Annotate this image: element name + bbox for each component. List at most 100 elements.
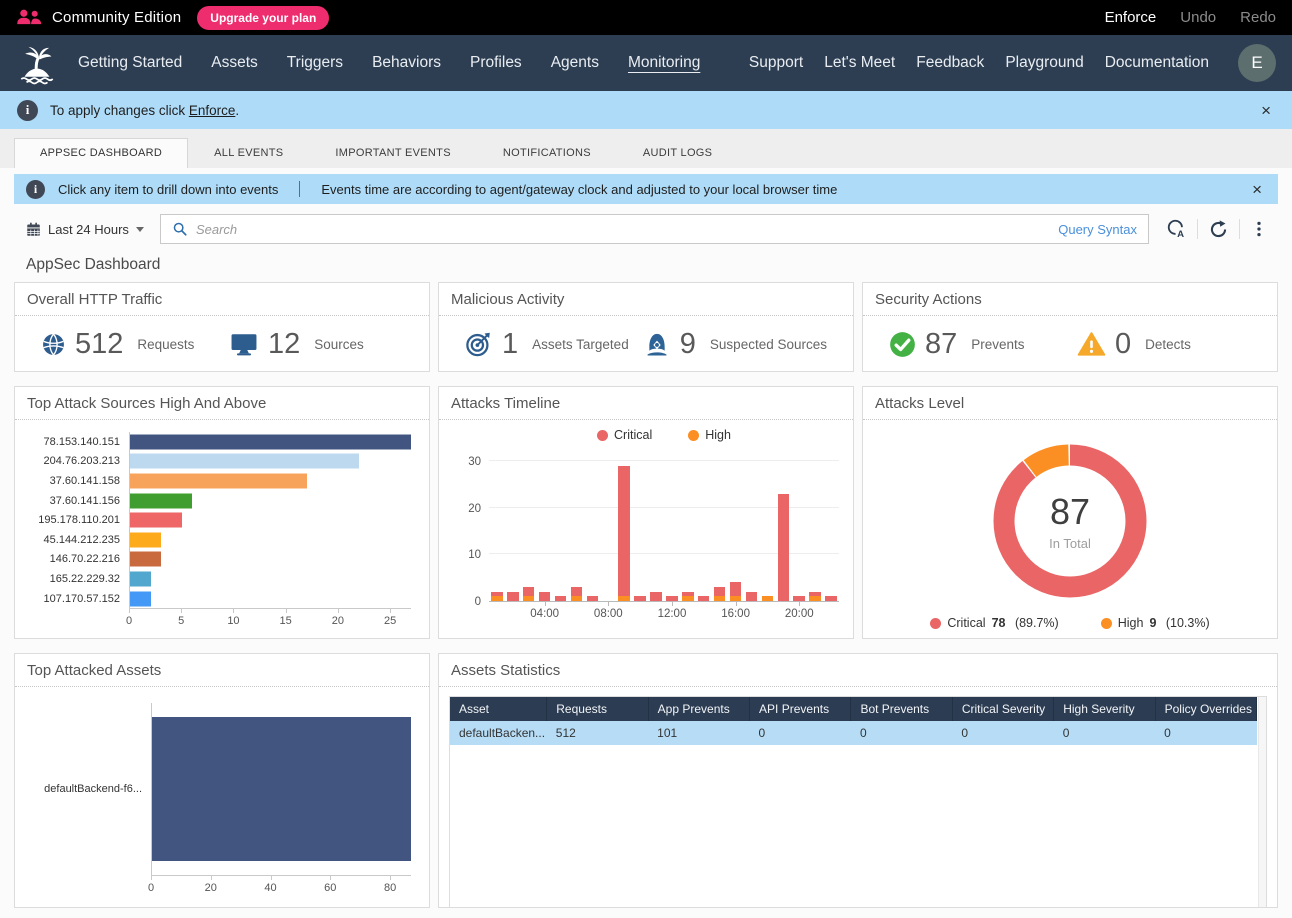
column-header-asset[interactable]: Asset bbox=[450, 697, 547, 721]
legend-item-high[interactable]: High 9 (10.3%) bbox=[1101, 616, 1210, 630]
table-cell[interactable]: 0 bbox=[1155, 721, 1256, 745]
nav-item-profiles[interactable]: Profiles bbox=[470, 54, 522, 72]
table-cell[interactable]: 0 bbox=[1054, 721, 1155, 745]
search-input[interactable] bbox=[196, 222, 1058, 237]
nav-item-triggers[interactable]: Triggers bbox=[287, 54, 343, 72]
timeline-bar[interactable] bbox=[537, 452, 553, 601]
legend-item-critical[interactable]: Critical bbox=[597, 428, 652, 442]
close-icon[interactable]: × bbox=[1257, 102, 1275, 119]
timeline-bar[interactable] bbox=[600, 452, 616, 601]
table-cell[interactable]: 101 bbox=[648, 721, 749, 745]
column-header-critical-severity[interactable]: Critical Severity bbox=[952, 697, 1053, 721]
axis-tick bbox=[271, 876, 272, 880]
bar[interactable] bbox=[130, 591, 151, 606]
close-icon[interactable]: × bbox=[1248, 181, 1266, 198]
bar[interactable] bbox=[130, 473, 307, 488]
timeline-bar[interactable] bbox=[648, 452, 664, 601]
legend-label: High bbox=[1118, 616, 1144, 630]
nav-item-getting-started[interactable]: Getting Started bbox=[78, 54, 182, 72]
timeline-bar[interactable] bbox=[521, 452, 537, 601]
kebab-menu-icon[interactable] bbox=[1240, 219, 1278, 239]
tab-appsec-dashboard[interactable]: APPSEC DASHBOARD bbox=[14, 138, 188, 168]
logo-island-icon[interactable] bbox=[16, 41, 58, 85]
redo-button[interactable]: Redo bbox=[1240, 9, 1276, 26]
table-cell[interactable]: 512 bbox=[547, 721, 648, 745]
enforce-link[interactable]: Enforce bbox=[189, 103, 236, 118]
timeline-bar[interactable] bbox=[791, 452, 807, 601]
refresh-icon[interactable] bbox=[1198, 219, 1239, 240]
nav-item-support[interactable]: Support bbox=[749, 54, 803, 72]
table-cell[interactable]: defaultBacken... bbox=[450, 721, 547, 745]
nav-item-documentation[interactable]: Documentation bbox=[1105, 54, 1209, 72]
tab-important-events[interactable]: IMPORTANT EVENTS bbox=[309, 138, 476, 168]
tab-notifications[interactable]: NOTIFICATIONS bbox=[477, 138, 617, 168]
timeline-bar[interactable] bbox=[696, 452, 712, 601]
column-header-app-prevents[interactable]: App Prevents bbox=[648, 697, 749, 721]
timeline-bar[interactable] bbox=[759, 452, 775, 601]
table-cell[interactable]: 0 bbox=[952, 721, 1053, 745]
enforce-button[interactable]: Enforce bbox=[1105, 9, 1157, 26]
bar[interactable] bbox=[130, 552, 161, 567]
column-header-api-prevents[interactable]: API Prevents bbox=[750, 697, 851, 721]
bar[interactable] bbox=[130, 532, 161, 547]
nav-item-agents[interactable]: Agents bbox=[551, 54, 599, 72]
column-header-bot-prevents[interactable]: Bot Prevents bbox=[851, 697, 952, 721]
legend-item-high[interactable]: High bbox=[688, 428, 731, 442]
donut-slice-critical[interactable] bbox=[1004, 455, 1136, 587]
timeline-bar[interactable] bbox=[728, 452, 744, 601]
card-title: Security Actions bbox=[863, 283, 1277, 316]
upgrade-plan-button[interactable]: Upgrade your plan bbox=[197, 6, 329, 30]
stat-requests[interactable]: 512Requests bbox=[41, 328, 215, 361]
timeline-bar[interactable] bbox=[569, 452, 585, 601]
avatar[interactable]: E bbox=[1238, 44, 1276, 82]
table-row[interactable]: defaultBacken...51210100000 bbox=[450, 721, 1257, 745]
stat-prevents[interactable]: 87Prevents bbox=[889, 328, 1063, 361]
timeline-bar[interactable] bbox=[664, 452, 680, 601]
timeline-bar[interactable] bbox=[775, 452, 791, 601]
bar[interactable] bbox=[130, 571, 151, 586]
tab-all-events[interactable]: ALL EVENTS bbox=[188, 138, 309, 168]
tab-audit-logs[interactable]: AUDIT LOGS bbox=[617, 138, 738, 168]
nav-item-behaviors[interactable]: Behaviors bbox=[372, 54, 441, 72]
table-cell[interactable]: 0 bbox=[750, 721, 851, 745]
timeline-bar[interactable] bbox=[823, 452, 839, 601]
timeline-bar[interactable] bbox=[712, 452, 728, 601]
column-header-policy-overrides[interactable]: Policy Overrides bbox=[1155, 697, 1256, 721]
table-scrollbar[interactable] bbox=[1258, 697, 1266, 907]
stat-sources[interactable]: 12Sources bbox=[229, 328, 403, 361]
legend-item-critical[interactable]: Critical 78 (89.7%) bbox=[930, 616, 1058, 630]
timeline-bar[interactable] bbox=[807, 452, 823, 601]
timeline-bar[interactable] bbox=[632, 452, 648, 601]
nav-item-monitoring[interactable]: Monitoring bbox=[628, 54, 700, 72]
query-search-icon[interactable]: A bbox=[1155, 218, 1197, 240]
nav-item-assets[interactable]: Assets bbox=[211, 54, 258, 72]
timeline-bar[interactable] bbox=[680, 452, 696, 601]
axis-tick bbox=[390, 876, 391, 880]
stat-assets-targeted[interactable]: 1Assets Targeted bbox=[465, 328, 629, 361]
bar[interactable] bbox=[130, 513, 182, 528]
table-cell[interactable]: 0 bbox=[851, 721, 952, 745]
undo-button[interactable]: Undo bbox=[1180, 9, 1216, 26]
bar[interactable] bbox=[130, 454, 359, 469]
bar[interactable] bbox=[152, 717, 411, 861]
timeline-bar[interactable] bbox=[489, 452, 505, 601]
timeline-bar[interactable] bbox=[744, 452, 760, 601]
timeline-bar[interactable] bbox=[616, 452, 632, 601]
stat-detects[interactable]: 0Detects bbox=[1077, 328, 1251, 361]
attacks-level-donut[interactable]: 87In Total bbox=[984, 435, 1156, 607]
nav-item-playground[interactable]: Playground bbox=[1005, 54, 1083, 72]
axis-tick-label: 60 bbox=[324, 882, 336, 894]
nav-item-feedback[interactable]: Feedback bbox=[916, 54, 984, 72]
timeline-bar[interactable] bbox=[553, 452, 569, 601]
stat-suspected-sources[interactable]: 9Suspected Sources bbox=[643, 328, 827, 361]
chart-legend: Critical 78 (89.7%) High 9 (10.3%) bbox=[863, 616, 1277, 630]
timeline-bar[interactable] bbox=[584, 452, 600, 601]
nav-item-let-s-meet[interactable]: Let's Meet bbox=[824, 54, 895, 72]
timeline-bar[interactable] bbox=[505, 452, 521, 601]
query-syntax-link[interactable]: Query Syntax bbox=[1058, 222, 1137, 237]
bar[interactable] bbox=[130, 434, 411, 449]
column-header-requests[interactable]: Requests bbox=[547, 697, 648, 721]
bar[interactable] bbox=[130, 493, 192, 508]
time-range-selector[interactable]: Last 24 Hours bbox=[14, 222, 156, 237]
column-header-high-severity[interactable]: High Severity bbox=[1054, 697, 1155, 721]
